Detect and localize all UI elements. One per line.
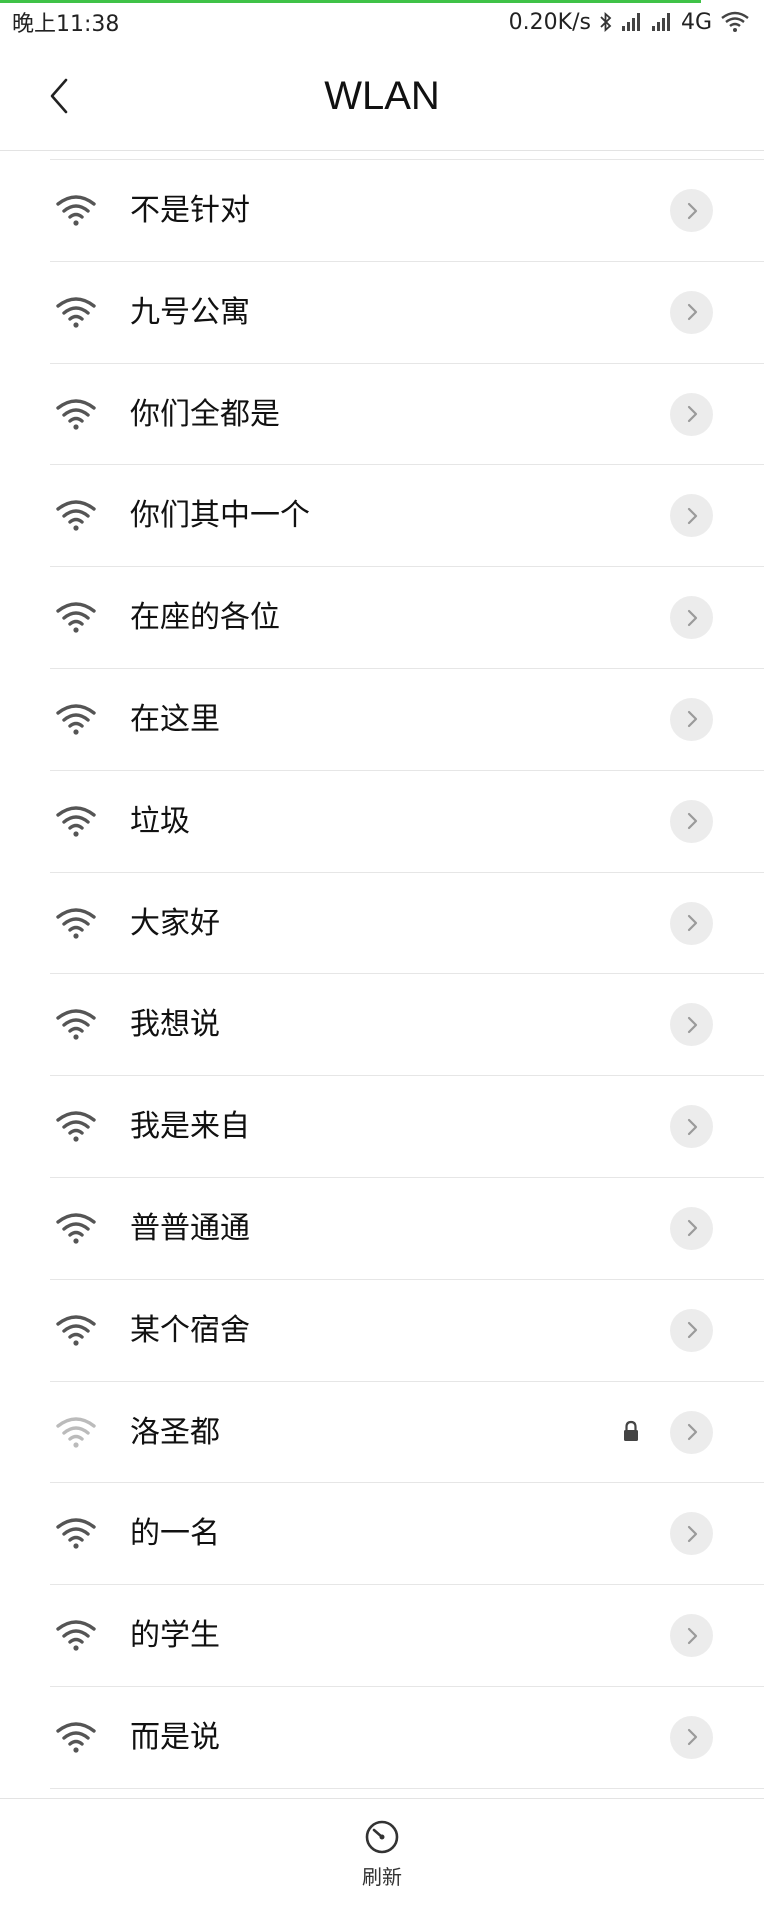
network-detail-button[interactable] xyxy=(670,1410,713,1454)
wifi-network-name: 某个宿舍 xyxy=(130,1312,250,1348)
chevron-right-icon xyxy=(687,1525,697,1542)
wifi-network-list: 不是针对九号公寓你们全都是你们其中一个 在座的各位在这里垃圾大家好我想说我是来自普… xyxy=(0,160,764,1789)
network-detail-button[interactable] xyxy=(670,901,713,945)
wifi-signal-icon xyxy=(54,498,98,532)
network-detail-button[interactable] xyxy=(670,1715,713,1759)
chevron-right-icon xyxy=(687,304,697,321)
chevron-right-icon xyxy=(687,507,697,524)
page-title: WLAN xyxy=(324,74,440,118)
chevron-right-icon xyxy=(687,1423,697,1441)
wifi-network-row[interactable]: 你们全都是 xyxy=(0,364,764,466)
chevron-right-icon xyxy=(687,1220,697,1237)
signal-icon xyxy=(621,12,643,32)
network-detail-button[interactable] xyxy=(670,1614,713,1658)
bluetooth-icon xyxy=(599,11,613,33)
refresh-label: 刷新 xyxy=(362,1865,402,1889)
chevron-right-icon xyxy=(687,711,697,728)
wifi-network-name: 洛圣都 xyxy=(130,1414,220,1450)
wifi-network-row[interactable]: 垃圾 xyxy=(0,771,764,873)
signal-icon xyxy=(651,12,673,32)
network-detail-button[interactable] xyxy=(670,494,713,538)
wifi-network-name: 在座的各位 xyxy=(130,600,280,636)
network-type: 4G xyxy=(680,9,712,35)
network-detail-button[interactable] xyxy=(670,596,713,640)
wifi-signal-icon xyxy=(54,600,98,634)
refresh-button[interactable]: 刷新 xyxy=(332,1819,432,1911)
wifi-status-icon xyxy=(720,11,750,33)
wifi-signal-icon xyxy=(54,1109,98,1143)
wifi-signal-icon xyxy=(54,193,98,227)
chevron-right-icon xyxy=(687,609,697,626)
wifi-signal-icon xyxy=(54,295,98,329)
network-detail-button[interactable] xyxy=(670,799,713,843)
wifi-network-name: 我是来自 xyxy=(130,1109,250,1145)
net-speed: 0.20K/s xyxy=(508,9,591,35)
wifi-network-row[interactable]: 某个宿舍 xyxy=(0,1280,764,1382)
wifi-network-row[interactable]: 你们其中一个 xyxy=(0,465,764,567)
wifi-network-row[interactable]: 大家好 xyxy=(0,873,764,975)
chevron-right-icon xyxy=(687,1016,697,1033)
wifi-network-name: 大家好 xyxy=(130,905,220,941)
wifi-network-name: 而是说 xyxy=(130,1719,220,1755)
wifi-network-row[interactable]: 不是针对 xyxy=(0,160,764,262)
wifi-signal-icon xyxy=(54,1720,98,1754)
chevron-right-icon xyxy=(687,813,697,830)
wifi-signal-icon xyxy=(54,804,98,838)
wifi-signal-icon xyxy=(54,1618,98,1652)
refresh-icon xyxy=(365,1820,399,1854)
wifi-network-name: 垃圾 xyxy=(130,803,190,839)
wifi-signal-icon xyxy=(54,397,98,431)
chevron-right-icon xyxy=(687,1118,697,1135)
network-detail-button[interactable] xyxy=(670,1003,713,1047)
wifi-signal-icon xyxy=(54,1211,98,1245)
chevron-right-icon xyxy=(687,1627,697,1644)
network-detail-button[interactable] xyxy=(670,1105,713,1149)
wifi-network-row[interactable]: 我是来自 xyxy=(0,1076,764,1178)
network-detail-button[interactable] xyxy=(670,392,713,436)
wifi-network-row[interactable]: 而是说 xyxy=(0,1687,764,1789)
wifi-signal-icon xyxy=(54,1313,98,1347)
wifi-network-name: 普普通通 xyxy=(130,1210,250,1246)
wifi-network-name: 九号公寓 xyxy=(130,294,250,330)
network-detail-button[interactable] xyxy=(670,1308,713,1352)
lock-icon xyxy=(622,1420,640,1442)
network-detail-button[interactable] xyxy=(670,697,713,741)
wifi-network-name: 在这里 xyxy=(130,701,220,737)
chevron-right-icon xyxy=(687,1729,697,1746)
wifi-signal-icon xyxy=(54,702,98,736)
wifi-signal-icon xyxy=(54,1007,98,1041)
wifi-network-row[interactable]: 的一名 xyxy=(0,1483,764,1585)
network-detail-button[interactable] xyxy=(670,1206,713,1250)
wifi-signal-icon xyxy=(54,906,98,940)
status-time: 晚上11:38 xyxy=(12,12,120,37)
wifi-network-name: 不是针对 xyxy=(130,193,250,228)
nav-bar: WLAN xyxy=(0,41,764,151)
chevron-right-icon xyxy=(687,1322,697,1339)
wifi-network-row[interactable]: 九号公寓 xyxy=(0,262,764,364)
wifi-signal-icon xyxy=(54,1415,98,1449)
wifi-network-row[interactable]: 普普通通 xyxy=(0,1178,764,1280)
chevron-right-icon xyxy=(687,405,697,423)
wifi-network-name: 你们全都是 xyxy=(130,396,280,432)
chevron-right-icon xyxy=(687,914,697,932)
wifi-network-name: 的学生 xyxy=(130,1618,220,1654)
wifi-network-name: 我想说 xyxy=(130,1007,220,1043)
bottom-action-bar: 刷新 xyxy=(0,1798,764,1920)
status-bar: 晚上11:38 0.20K/s 4G xyxy=(0,3,764,41)
wifi-network-name: 的一名 xyxy=(130,1516,220,1552)
wifi-network-row[interactable]: 的学生 xyxy=(0,1585,764,1687)
network-detail-button[interactable] xyxy=(670,189,713,232)
wifi-network-row[interactable]: 我想说 xyxy=(0,974,764,1076)
network-detail-button[interactable] xyxy=(670,290,713,334)
status-indicators: 0.20K/s 4G xyxy=(509,10,750,35)
wifi-network-row[interactable]: 在座的各位 xyxy=(0,567,764,669)
network-detail-button[interactable] xyxy=(670,1512,713,1556)
chevron-right-icon xyxy=(687,202,697,219)
wifi-signal-icon xyxy=(54,1516,98,1550)
wifi-network-row[interactable]: 在这里 xyxy=(0,669,764,771)
wifi-network-name: 你们其中一个 xyxy=(130,498,310,534)
wifi-network-row[interactable]: 洛圣都 xyxy=(0,1382,764,1484)
